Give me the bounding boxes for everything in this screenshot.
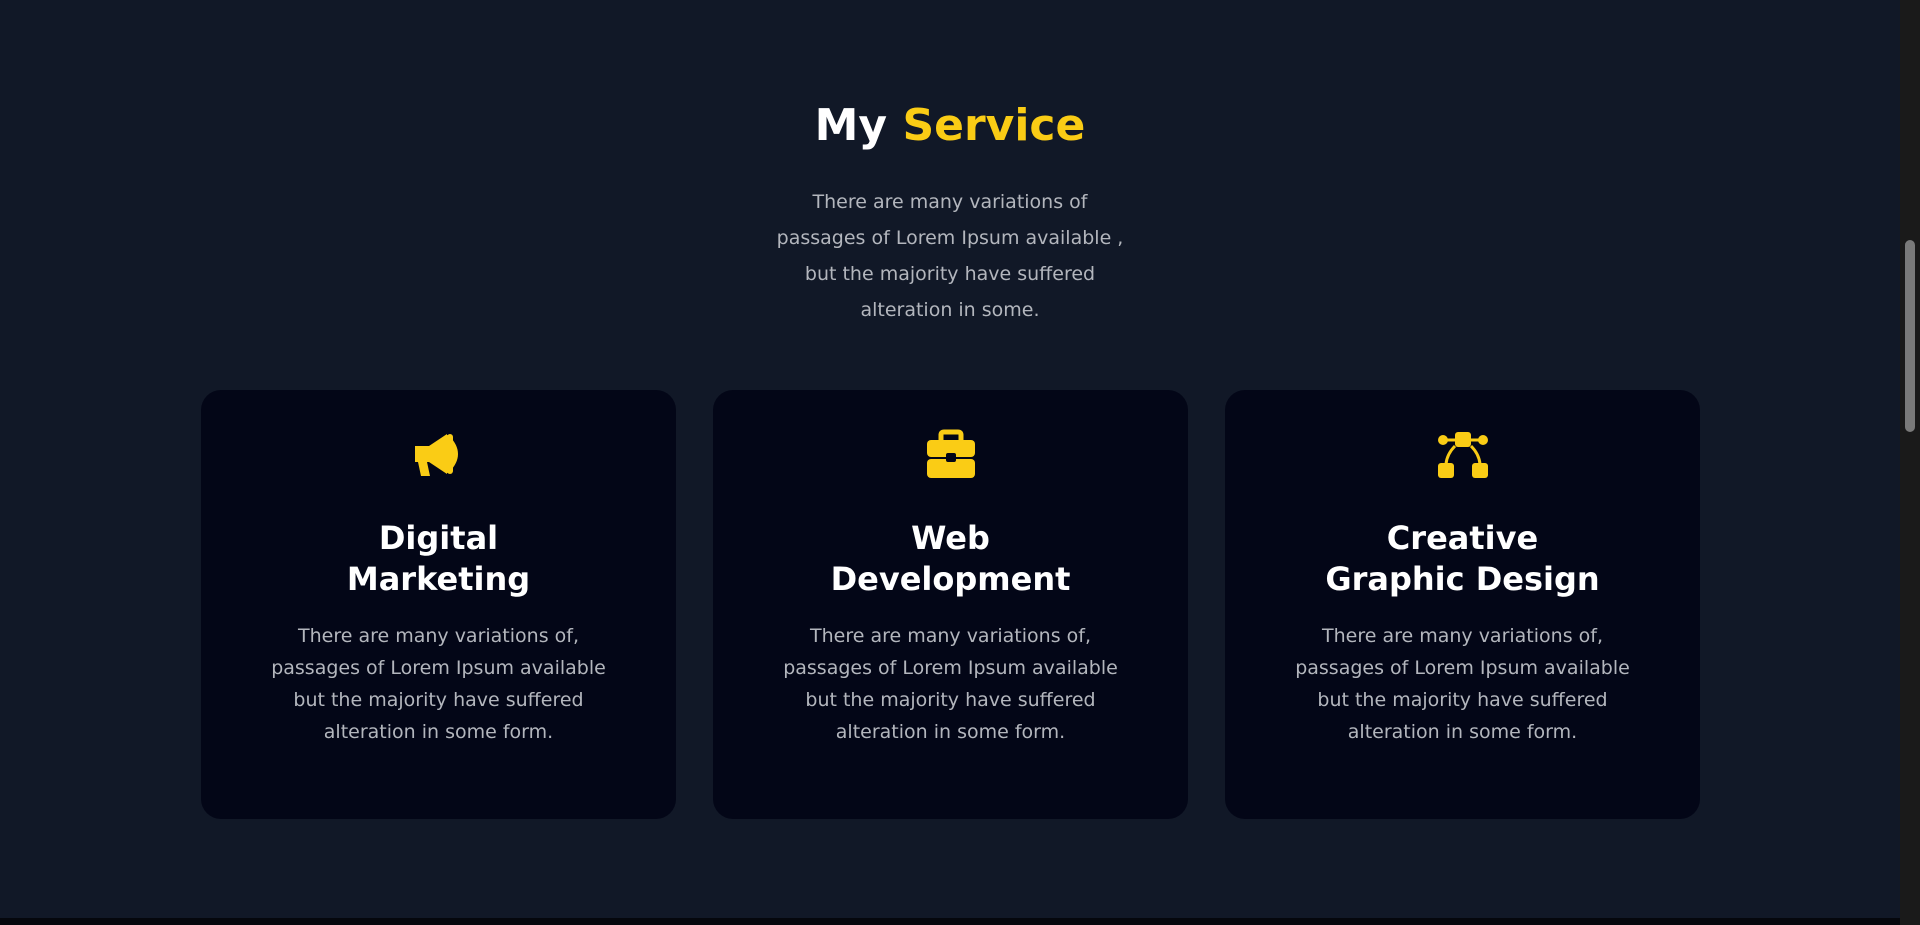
service-title-line2: Development [830,560,1071,598]
service-description: There are many variations of, passages o… [1295,625,1630,743]
service-title: Web Development [713,518,1188,600]
section-intro: There are many variations of passages of… [776,191,1124,321]
service-title-line1: Creative [1386,519,1539,557]
section-heading: My Service [0,96,1900,156]
service-title-line2: Marketing [346,560,531,598]
services-grid: Digital Marketing There are many variati… [201,390,1700,819]
service-card-graphic-design: Creative Graphic Design There are many v… [1225,390,1700,819]
scrollbar-thumb[interactable] [1905,240,1915,432]
service-title: Creative Graphic Design [1225,518,1700,600]
service-card-web-development: Web Development There are many variation… [713,390,1188,819]
briefcase-icon [923,428,979,482]
service-description: There are many variations of, passages o… [783,625,1118,743]
page-scrollbar[interactable] [1900,0,1920,925]
heading-plain: My [814,100,888,151]
service-card-digital-marketing: Digital Marketing There are many variati… [201,390,676,819]
vector-pen-icon [1435,428,1491,482]
service-description: There are many variations of, passages o… [271,625,606,743]
service-title-line1: Digital [378,519,499,557]
service-title-line2: Graphic Design [1325,560,1600,598]
service-section: My Service There are many variations of … [0,0,1900,925]
service-title-line1: Web [911,519,990,557]
heading-accent: Service [902,100,1086,151]
megaphone-icon [411,428,467,482]
section-divider [0,918,1900,925]
service-title: Digital Marketing [201,518,676,600]
